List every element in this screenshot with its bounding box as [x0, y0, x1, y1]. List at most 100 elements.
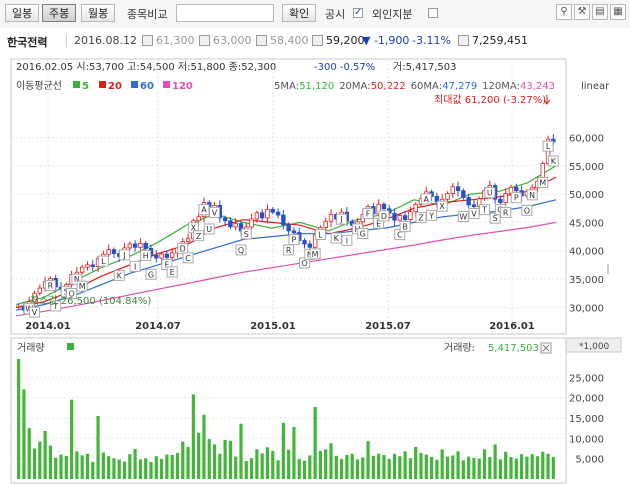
stock-chart[interactable]: 2016.02.05 시:53,700 고:54,500 저:51,800 종:… — [0, 52, 630, 484]
magic-wand-icon[interactable]: ⚲ — [556, 4, 572, 20]
ma-legend-label: 5 — [82, 81, 89, 92]
volume-bar — [27, 428, 31, 479]
ma-legend-swatch — [131, 81, 138, 88]
price-tick-label: 35,000 — [569, 275, 604, 286]
layout-icon[interactable]: ▦ — [610, 4, 626, 20]
price-tick-label: 40,000 — [569, 247, 604, 258]
volume-bar — [366, 441, 370, 479]
tab-monthly[interactable]: 월봉 — [81, 4, 116, 22]
price-tick-label: 50,000 — [569, 190, 604, 201]
candle-body — [228, 220, 233, 228]
marker-label: D — [381, 212, 387, 221]
marker-label: U — [487, 189, 493, 198]
marker-label: H — [143, 251, 149, 260]
volume-bar — [128, 454, 132, 479]
ma-legend-label: 60 — [140, 81, 154, 92]
candle-body — [408, 211, 413, 220]
compare-input[interactable] — [176, 4, 274, 22]
ma-legend-swatch — [73, 81, 80, 88]
candle-body — [106, 249, 111, 255]
close-value: 59,200 — [326, 34, 365, 47]
marker-label: V — [471, 210, 477, 219]
volume-bar — [334, 455, 338, 479]
marker-label: N — [529, 191, 535, 200]
candle-body — [413, 203, 418, 213]
volume-bar — [69, 399, 74, 479]
marker-label: K — [551, 157, 557, 166]
candle-body — [16, 305, 21, 308]
marker-label: O — [301, 259, 307, 268]
volume-bar — [435, 459, 439, 479]
marker-label: I — [134, 262, 136, 271]
marker-label: Z — [196, 232, 202, 241]
candle-body — [90, 264, 95, 267]
candle-body — [281, 214, 286, 226]
marker-label: R — [48, 281, 54, 290]
volume-bar — [22, 389, 26, 479]
marker-label: R — [286, 246, 292, 255]
volume-bar — [324, 449, 328, 479]
volume-bar — [107, 456, 111, 479]
ma-legend-label: 20 — [108, 81, 122, 92]
open-value: 61,300 — [156, 34, 195, 47]
candle-body — [185, 238, 191, 243]
volume-bar — [112, 458, 116, 479]
volume-bar — [313, 407, 317, 479]
marker-label: L — [546, 142, 551, 151]
volume-bar — [186, 446, 190, 479]
tab-daily[interactable]: 일봉 — [5, 4, 40, 22]
volume-bar — [546, 453, 550, 479]
ma-legend-swatch — [163, 81, 170, 88]
volume-bar — [493, 444, 497, 479]
volume-value: 7,259,451 — [472, 34, 528, 47]
toolbar: 일봉 주봉 월봉 종목비교 확인 공시 ✓ 외인지분 ⚲ ⚒ ▤ ▦ — [0, 0, 630, 29]
foreign-checkbox[interactable] — [428, 8, 438, 18]
time-tick-label: 2014.01 — [25, 321, 71, 332]
scale-label[interactable]: linear — [581, 81, 610, 92]
disclosure-checkbox[interactable]: ✓ — [353, 8, 363, 18]
marker-label: G — [148, 270, 154, 279]
volume-bar — [228, 440, 233, 479]
candle-body — [169, 252, 175, 258]
ma-values: 5MA: 51,120 20MA: 50,222 60MA: 47,279 120MA: 43… — [274, 81, 555, 92]
confirm-button[interactable]: 확인 — [282, 4, 317, 22]
marker-label: D — [180, 245, 186, 254]
volume-bar — [181, 441, 185, 479]
ma-value-label: 20MA: — [339, 81, 370, 92]
high-icon — [199, 35, 210, 46]
marker-label: M — [539, 179, 546, 188]
volume-bar — [154, 456, 158, 479]
candle-body — [265, 208, 270, 219]
candle-body — [143, 242, 148, 249]
quote-date: 2016.08.12 — [74, 34, 137, 47]
volume-bar — [456, 451, 460, 479]
foreign-label: 외인지분 — [372, 8, 413, 21]
candle-body — [85, 264, 90, 268]
marker-label: E — [170, 268, 175, 277]
info-bar: 한국전력 2016.08.12 61,300 63,000 58,400 59,… — [0, 28, 630, 53]
volume-title: 거래량 — [17, 342, 45, 354]
volume-bar — [504, 451, 508, 479]
close-icon — [312, 35, 323, 46]
save-icon[interactable]: ▤ — [592, 4, 608, 20]
marker-label: W — [459, 213, 467, 222]
candle-body — [270, 208, 275, 213]
volume-legend-swatch — [67, 343, 74, 350]
volume-bar — [403, 451, 407, 479]
volume-bar — [398, 456, 402, 479]
marker-label: V — [32, 308, 38, 317]
volume-bar — [212, 444, 217, 479]
volume-unit: *1,000 — [579, 342, 610, 352]
low-value: 58,400 — [270, 34, 309, 47]
ma-value: 51,120 — [299, 81, 334, 92]
volume-bar — [350, 453, 354, 479]
tab-weekly[interactable]: 주봉 — [42, 4, 77, 22]
price-tick-label: 30,000 — [569, 303, 604, 314]
volume-bar — [371, 455, 375, 479]
tools-icon[interactable]: ⚒ — [574, 4, 590, 20]
volume-bar — [297, 459, 301, 479]
price-tick-label: 45,000 — [569, 218, 604, 229]
volume-bar — [440, 449, 444, 479]
volume-bar — [249, 458, 254, 479]
disclosure-label: 공시 — [325, 8, 346, 21]
